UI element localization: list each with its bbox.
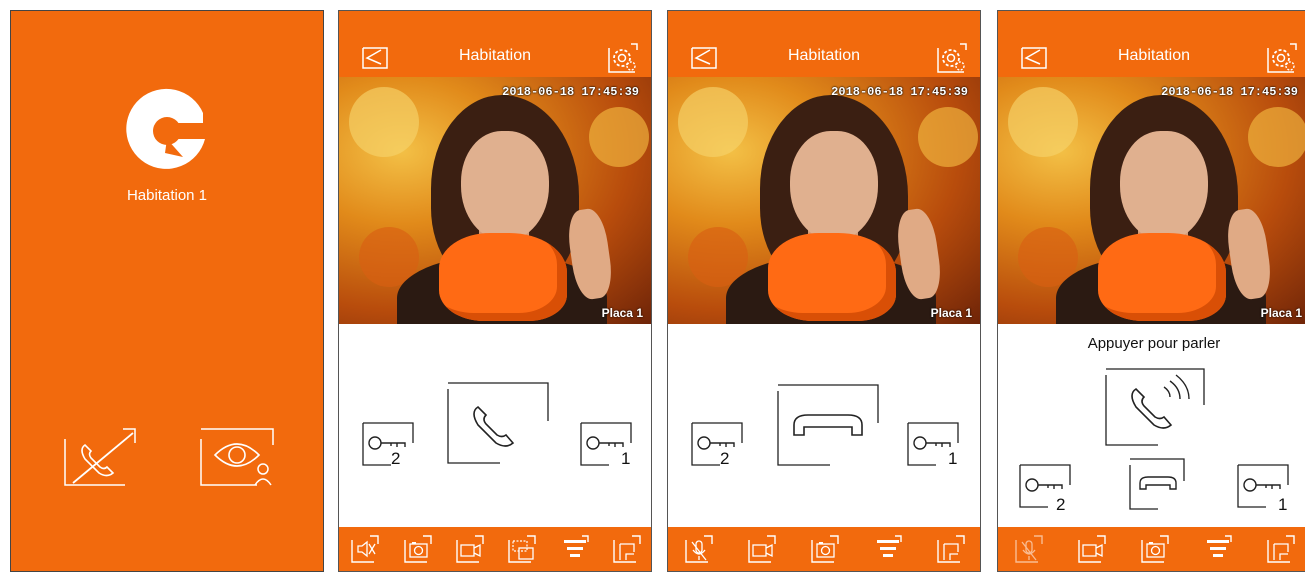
call-screen-push-to-talk: Habitation 2018-06-18 17:45:39 Placa 1 A… — [997, 10, 1305, 572]
door-exit-icon — [936, 534, 966, 564]
settings-button[interactable] — [1266, 42, 1298, 74]
page-title: Habitation — [458, 47, 532, 64]
handset-down-icon — [1139, 476, 1177, 490]
key-number: 1 — [948, 449, 958, 468]
camera-video-feed: 2018-06-18 17:45:39 Placa 1 — [339, 77, 651, 324]
hang-up-button[interactable] — [776, 383, 880, 467]
door-key-button-right[interactable]: 1 — [1236, 457, 1292, 514]
menu-filter-icon — [1203, 534, 1233, 564]
video-record-button[interactable] — [747, 534, 777, 564]
camera-snapshot-icon — [1140, 534, 1170, 564]
door-exit-button[interactable] — [936, 534, 966, 564]
door-exit-icon — [612, 534, 642, 564]
camera-snapshot-button[interactable] — [403, 534, 433, 564]
bottom-toolbar — [998, 527, 1305, 571]
speaker-mute-icon — [350, 534, 380, 564]
camera-switch-button[interactable] — [507, 534, 537, 564]
door-exit-icon — [1266, 534, 1296, 564]
handset-icon — [473, 405, 515, 447]
call-off-button[interactable] — [61, 427, 137, 487]
settings-button[interactable] — [936, 42, 968, 74]
key-number: 1 — [1278, 495, 1288, 514]
splash-screen: Habitation 1 — [10, 10, 324, 572]
menu-filter-button[interactable] — [560, 534, 590, 564]
key-number: 1 — [621, 449, 631, 468]
camera-label: Placa 1 — [930, 306, 972, 320]
speak-prompt: Appuyer pour parler — [1087, 335, 1221, 352]
menu-filter-button[interactable] — [873, 534, 903, 564]
answer-call-button[interactable] — [446, 381, 550, 465]
bottom-toolbar — [668, 527, 980, 571]
mic-mute-button[interactable] — [684, 534, 714, 564]
menu-filter-icon — [560, 534, 590, 564]
home-label: Habitation 1 — [126, 187, 208, 204]
key-number: 2 — [391, 449, 401, 468]
video-timestamp: 2018-06-18 17:45:39 — [831, 85, 968, 99]
door-key-button-left[interactable]: 2 — [361, 415, 417, 469]
camera-switch-icon — [507, 534, 537, 564]
key-icon — [1018, 457, 1074, 511]
header-bar: Habitation — [998, 11, 1305, 77]
camera-snapshot-button[interactable] — [1140, 534, 1170, 564]
key-number: 2 — [720, 449, 730, 468]
video-record-icon — [747, 534, 777, 564]
monitor-button[interactable] — [197, 425, 274, 486]
menu-filter-button[interactable] — [1203, 534, 1233, 564]
push-to-talk-button[interactable] — [1104, 367, 1206, 447]
mic-mute-icon — [1014, 534, 1044, 564]
handset-down-icon — [793, 414, 863, 436]
camera-snapshot-icon — [810, 534, 840, 564]
video-record-icon — [1077, 534, 1107, 564]
handset-speaking-icon — [1131, 374, 1190, 429]
key-icon — [361, 415, 417, 469]
bottom-toolbar — [339, 527, 651, 571]
page-title: Habitation — [787, 47, 861, 64]
video-timestamp: 2018-06-18 17:45:39 — [502, 85, 639, 99]
key-number: 2 — [1056, 495, 1066, 514]
camera-video-feed: 2018-06-18 17:45:39 Placa 1 — [998, 77, 1305, 324]
door-key-button-right[interactable]: 1 — [906, 415, 962, 469]
key-icon — [690, 415, 746, 469]
video-record-button[interactable] — [1077, 534, 1107, 564]
video-timestamp: 2018-06-18 17:45:39 — [1161, 85, 1298, 99]
brand-logo-icon — [121, 83, 213, 175]
video-record-button[interactable] — [455, 534, 485, 564]
menu-filter-icon — [873, 534, 903, 564]
camera-snapshot-button[interactable] — [810, 534, 840, 564]
door-exit-button[interactable] — [1266, 534, 1296, 564]
hang-up-button[interactable] — [1128, 457, 1188, 513]
speaker-mute-button[interactable] — [350, 534, 380, 564]
door-key-button-left[interactable]: 2 — [690, 415, 746, 469]
mic-mute-icon — [684, 534, 714, 564]
door-key-button-left[interactable]: 2 — [1018, 457, 1074, 514]
camera-label: Placa 1 — [1260, 306, 1302, 320]
camera-video-feed: 2018-06-18 17:45:39 Placa 1 — [668, 77, 980, 324]
header-bar: Habitation — [668, 11, 980, 77]
camera-label: Placa 1 — [601, 306, 643, 320]
header-bar: Habitation — [339, 11, 651, 77]
page-title: Habitation — [1117, 47, 1191, 64]
settings-button[interactable] — [607, 42, 639, 74]
camera-snapshot-icon — [403, 534, 433, 564]
mic-mute-button[interactable] — [1014, 534, 1044, 564]
call-screen-incoming: Habitation 2018-06-18 17:45:39 Placa 1 2… — [338, 10, 652, 572]
door-key-button-right[interactable]: 1 — [579, 415, 635, 469]
call-screen-active: Habitation 2018-06-18 17:45:39 Placa 1 2… — [667, 10, 981, 572]
door-exit-button[interactable] — [612, 534, 642, 564]
video-record-icon — [455, 534, 485, 564]
